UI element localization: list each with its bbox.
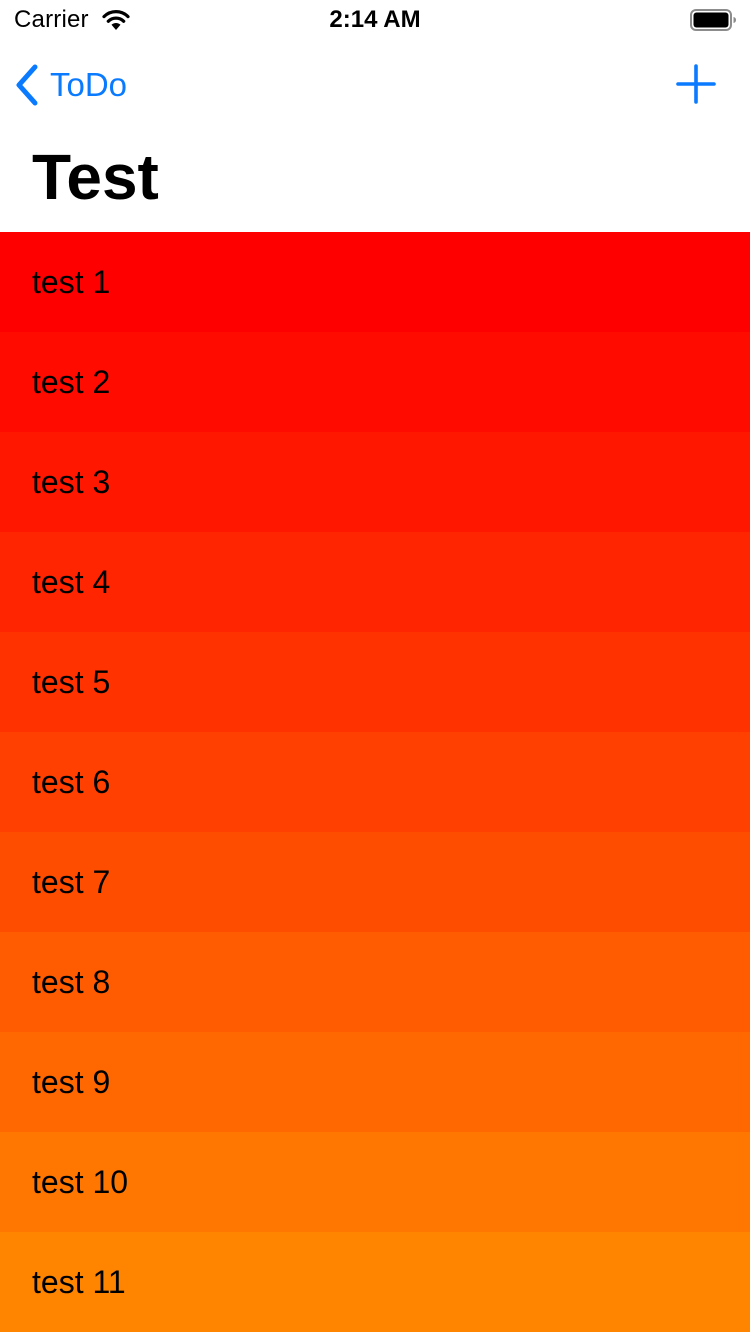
list-item[interactable]: test 1 [0,232,750,332]
list-item-label: test 7 [32,863,111,900]
list-item[interactable]: test 7 [0,832,750,932]
list-item[interactable]: test 6 [0,732,750,832]
list-item-label: test 10 [32,1163,129,1200]
list-item[interactable]: test 2 [0,332,750,432]
screen: Carrier 2:14 AM ToDo Test test 1 test 2 te… [0,0,750,1334]
list-item[interactable]: test 11 [0,1232,750,1332]
status-bar: Carrier 2:14 AM [0,0,750,40]
list-item-label: test 8 [32,963,111,1000]
list-item[interactable]: test 9 [0,1032,750,1132]
list-item[interactable]: test 8 [0,932,750,1032]
page-title: Test [32,141,159,213]
navigation-bar: ToDo [0,40,750,128]
list-item-label: test 11 [32,1263,126,1300]
chevron-left-icon [16,64,38,106]
list-item[interactable]: test 4 [0,532,750,632]
list-item-label: test 1 [32,263,111,300]
list-item-label: test 6 [32,763,111,800]
list-item[interactable]: test 3 [0,432,750,532]
back-button-label: ToDo [50,66,128,103]
list-item-label: test 2 [32,363,111,400]
list-item-label: test 9 [32,1063,111,1100]
todo-list: test 1 test 2 test 3 test 4 test 5 test 6 test… [0,232,750,1332]
list-item-label: test 5 [32,663,111,700]
list-item-label: test 3 [32,463,111,500]
plus-icon[interactable] [676,64,716,104]
list-item-label: test 4 [32,563,111,600]
list-item[interactable]: test 5 [0,632,750,732]
back-button[interactable]: ToDo [14,62,127,108]
clock-time: 2:14 AM [329,6,421,33]
battery-icon [690,9,736,31]
list-item[interactable]: test 10 [0,1132,750,1232]
